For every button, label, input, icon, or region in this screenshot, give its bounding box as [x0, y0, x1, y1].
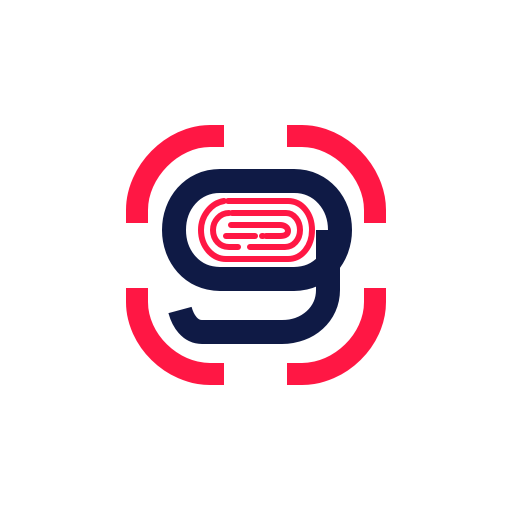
fingerprint-scan-g-logo — [126, 125, 386, 385]
fingerprint-icon — [197, 198, 316, 262]
canvas — [0, 0, 512, 512]
